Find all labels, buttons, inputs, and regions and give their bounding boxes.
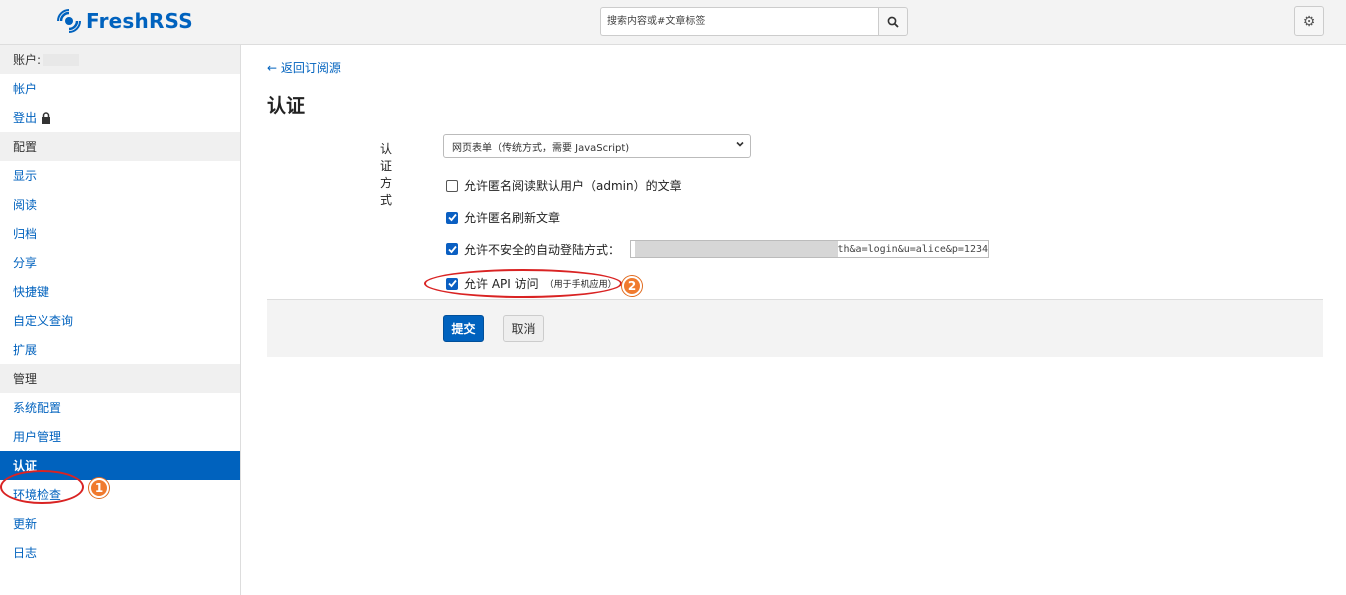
freshrss-logo[interactable]: FreshRSS [56,8,193,34]
brand-name: FreshRSS [86,9,193,33]
sidebar-item-users[interactable]: 用户管理 [0,422,240,451]
search-input[interactable] [600,7,878,36]
unsafe-login-url-field[interactable]: th&a=login&u=alice&p=1234 [630,240,990,258]
annotation-marker-1: 1 [89,478,109,498]
annotation-ring-api [424,269,622,298]
back-to-feeds-link[interactable]: ← 返回订阅源 [267,59,341,76]
option-anon-refresh[interactable]: 允许匿名刷新文章 [446,209,560,226]
sidebar-item-logout[interactable]: 登出 [0,103,240,132]
sidebar-section-config: 配置 [0,132,240,161]
annotation-marker-2: 2 [622,276,642,296]
sidebar-item-display[interactable]: 显示 [0,161,240,190]
rss-logo-icon [57,9,81,33]
search-bar [600,7,908,36]
form-action-bar: 提交 取消 [267,299,1323,357]
sidebar-item-update[interactable]: 更新 [0,509,240,538]
sidebar-item-system[interactable]: 系统配置 [0,393,240,422]
url-redacted [635,241,838,257]
sidebar-section-admin: 管理 [0,364,240,393]
auth-method-select[interactable]: 网页表单（传统方式，需要 JavaScript) [443,134,751,158]
checkmark-icon [447,245,457,253]
sidebar-section-account: 账户: [0,45,240,74]
sidebar-item-archiving[interactable]: 归档 [0,219,240,248]
cancel-button[interactable]: 取消 [503,315,544,342]
search-icon [887,16,899,28]
search-button[interactable] [878,7,908,36]
username-redacted [43,53,80,66]
auth-method-label: 认证方式 [380,142,393,207]
annotation-ring-auth [0,470,84,504]
anon-refresh-checkbox[interactable] [446,211,458,224]
gear-icon: ⚙ [1302,12,1316,29]
top-header: FreshRSS ⚙ [0,0,1346,45]
sidebar-item-shortcuts[interactable]: 快捷键 [0,277,240,306]
submit-button[interactable]: 提交 [443,315,484,342]
sidebar-item-reading[interactable]: 阅读 [0,190,240,219]
settings-button[interactable]: ⚙ [1294,6,1324,36]
sidebar-item-extensions[interactable]: 扩展 [0,335,240,364]
sidebar: 账户: 帐户 登出 配置 显示 阅读 归档 分享 快捷键 自定义查询 扩展 管理… [0,45,241,595]
option-anon-read[interactable]: 允许匿名阅读默认用户（admin）的文章 [446,177,682,194]
anon-read-checkbox[interactable] [446,179,458,192]
sidebar-item-logs[interactable]: 日志 [0,538,240,567]
checkmark-icon [447,213,457,222]
page-title: 认证 [267,95,306,117]
chevron-down-icon [736,141,744,147]
sidebar-item-sharing[interactable]: 分享 [0,248,240,277]
option-unsafe-login[interactable]: 允许不安全的自动登陆方式： th&a=login&u=alice&p=1234 [446,240,990,258]
sidebar-item-queries[interactable]: 自定义查询 [0,306,240,335]
lock-icon [42,111,51,124]
unsafe-login-checkbox[interactable] [446,243,458,255]
sidebar-item-account[interactable]: 帐户 [0,74,240,103]
